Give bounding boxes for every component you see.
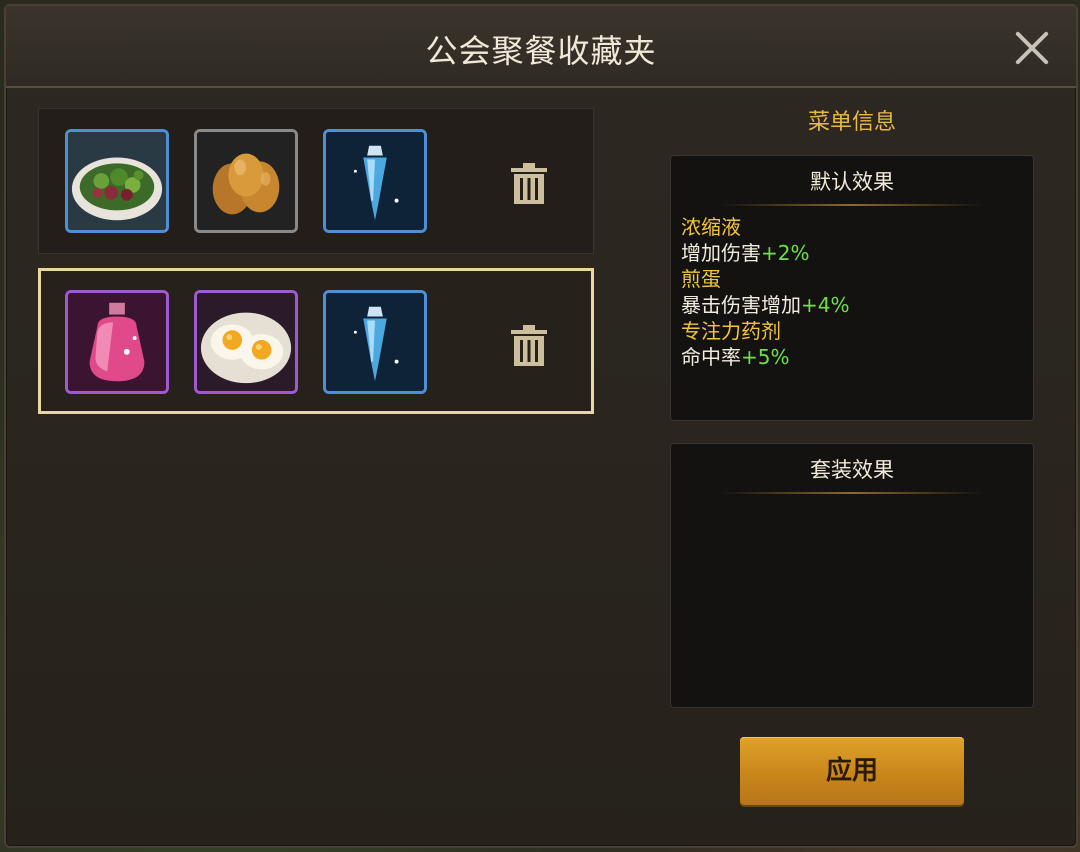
- title-bar: 公会聚餐收藏夹: [6, 6, 1076, 88]
- menu-row-selected[interactable]: [38, 268, 594, 414]
- salad-icon[interactable]: [65, 129, 169, 233]
- apply-button[interactable]: 应用: [740, 737, 964, 805]
- effect-line: 命中率+5%: [681, 345, 790, 369]
- concentrate-vial-icon[interactable]: [323, 290, 427, 394]
- eggs-icon[interactable]: [194, 129, 298, 233]
- effect-name: 浓缩液: [681, 215, 741, 239]
- divider: [721, 204, 983, 206]
- effect-name: 专注力药剂: [681, 319, 781, 343]
- concentrate-vial-icon[interactable]: [323, 129, 427, 233]
- trash-icon[interactable]: [509, 325, 549, 367]
- effect-name: 煎蛋: [681, 267, 721, 291]
- default-effect-box: 默认效果 浓缩液 增加伤害+2% 煎蛋 暴击伤害增加+4% 专注力药剂 命中率+…: [670, 155, 1034, 421]
- menu-info-title: 菜单信息: [807, 110, 896, 135]
- effect-line: 暴击伤害增加+4%: [681, 293, 850, 317]
- set-effect-box: 套装效果: [670, 443, 1034, 708]
- potion-bottle-icon[interactable]: [65, 290, 169, 394]
- fried-egg-icon[interactable]: [194, 290, 298, 394]
- default-effect-title: 默认效果: [810, 170, 894, 194]
- trash-icon[interactable]: [509, 163, 549, 205]
- set-effect-title: 套装效果: [810, 458, 894, 482]
- divider: [721, 492, 983, 494]
- window-title: 公会聚餐收藏夹: [425, 32, 657, 70]
- close-icon[interactable]: [1014, 30, 1050, 66]
- menu-row[interactable]: [38, 108, 594, 254]
- effect-line: 增加伤害+2%: [681, 241, 810, 265]
- effect-list: 浓缩液 增加伤害+2% 煎蛋 暴击伤害增加+4% 专注力药剂 命中率+5%: [681, 214, 850, 370]
